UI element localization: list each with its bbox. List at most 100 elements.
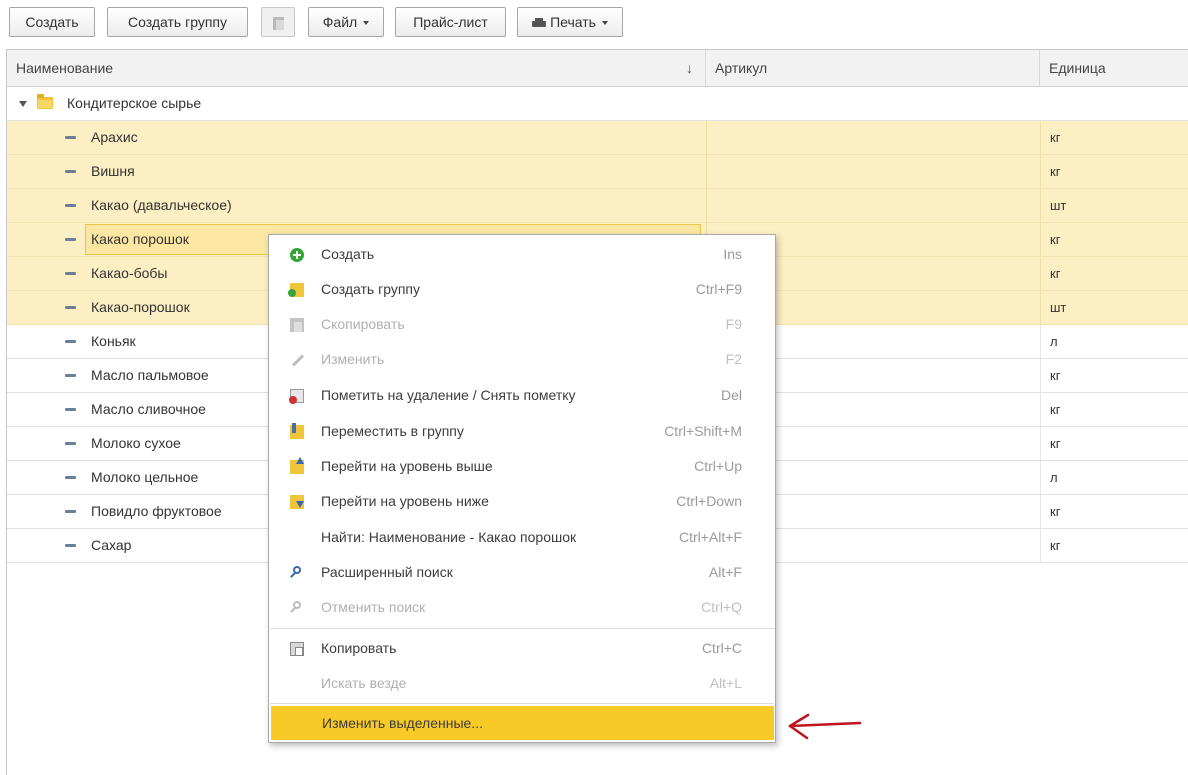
menu-item-shortcut: Ctrl+C — [701, 640, 742, 656]
menu-item-label: Найти: Наименование - Какао порошок — [321, 529, 577, 545]
price-list-button[interactable]: Прайс-лист — [395, 7, 506, 37]
menu-item-label: Перейти на уровень ниже — [321, 493, 489, 509]
item-name: Молоко цельное — [91, 469, 199, 485]
chevron-down-icon — [363, 21, 370, 26]
column-header-name-label: Наименование — [16, 60, 114, 76]
mark-delete-icon — [289, 389, 304, 404]
printer-icon — [532, 17, 547, 29]
item-icon — [65, 544, 76, 547]
menu-item-search-everywhere[interactable]: Искать везде Alt+L — [270, 666, 774, 701]
item-icon — [65, 170, 76, 173]
item-icon — [65, 340, 76, 343]
duplicate-icon — [290, 318, 304, 332]
item-name: Сахар — [91, 537, 132, 553]
item-icon — [65, 442, 76, 445]
unit-cell: кг — [1040, 529, 1188, 562]
move-to-folder-icon — [290, 423, 304, 439]
menu-separator — [270, 703, 774, 704]
article-cell — [706, 155, 1040, 188]
unit-cell: кг — [1040, 427, 1188, 460]
item-name: Какао (давальческое) — [91, 197, 232, 213]
menu-item-label: Искать везде — [321, 675, 407, 691]
menu-item-label: Изменить выделенные... — [322, 715, 483, 731]
chevron-down-icon — [601, 21, 608, 26]
menu-item-label: Копировать — [321, 640, 397, 656]
menu-item-shortcut: Ctrl+Q — [701, 599, 742, 615]
copy-icon — [272, 16, 284, 30]
print-menu-button[interactable]: Печать — [517, 7, 623, 37]
unit-cell: шт — [1040, 291, 1188, 324]
unit-cell: кг — [1040, 257, 1188, 290]
toolbar: Создать Создать группу Файл Прайс-лист П… — [0, 0, 1188, 46]
menu-item-shortcut: Ctrl+Alt+F — [678, 529, 742, 545]
menu-item-copy[interactable]: Копировать Ctrl+C — [270, 631, 774, 666]
item-name: Масло пальмовое — [91, 367, 209, 383]
name-cell: Вишня — [7, 155, 706, 188]
menu-item-find[interactable]: Найти: Наименование - Какао порошок Ctrl… — [270, 520, 774, 555]
group-row[interactable]: Кондитерское сырье — [7, 87, 1188, 121]
column-header-unit[interactable]: Единица — [1040, 50, 1188, 86]
menu-item-duplicate[interactable]: Скопировать F9 — [270, 307, 774, 342]
table-row[interactable]: Арахис кг — [7, 121, 1188, 155]
copy-button[interactable] — [261, 7, 295, 37]
file-menu-button[interactable]: Файл — [308, 7, 384, 37]
item-icon — [65, 136, 76, 139]
clipboard-copy-icon — [290, 642, 304, 656]
item-icon — [65, 306, 76, 309]
menu-item-create[interactable]: Создать Ins — [270, 237, 774, 272]
name-cell: Арахис — [7, 121, 706, 154]
create-button[interactable]: Создать — [9, 7, 95, 37]
menu-separator — [270, 628, 774, 629]
unit-cell: кг — [1040, 121, 1188, 154]
table-row[interactable]: Вишня кг — [7, 155, 1188, 189]
item-name: Масло сливочное — [91, 401, 206, 417]
unit-cell: л — [1040, 325, 1188, 358]
item-icon — [65, 272, 76, 275]
menu-item-level-down[interactable]: Перейти на уровень ниже Ctrl+Down — [270, 484, 774, 519]
item-name: Какао порошок — [91, 231, 189, 247]
menu-item-shortcut: Ctrl+Shift+M — [664, 423, 742, 439]
folder-icon — [37, 94, 53, 109]
unit-cell: кг — [1040, 223, 1188, 256]
item-name: Коньяк — [91, 333, 136, 349]
folder-add-icon — [288, 283, 304, 297]
article-cell — [706, 121, 1040, 154]
item-name: Молоко сухое — [91, 435, 181, 451]
menu-item-cancel-search[interactable]: Отменить поиск Ctrl+Q — [270, 590, 774, 625]
context-menu: Создать Ins Создать группу Ctrl+F9 Скопи… — [268, 234, 776, 743]
menu-item-shortcut: F9 — [725, 316, 742, 332]
menu-item-level-up[interactable]: Перейти на уровень выше Ctrl+Up — [270, 449, 774, 484]
group-name: Кондитерское сырье — [67, 95, 202, 111]
menu-item-edit[interactable]: Изменить F2 — [270, 342, 774, 377]
item-name: Какао-порошок — [91, 299, 190, 315]
menu-item-edit-selected[interactable]: Изменить выделенные... — [271, 706, 774, 740]
unit-cell: шт — [1040, 189, 1188, 222]
item-name: Вишня — [91, 163, 135, 179]
menu-item-shortcut: Alt+F — [708, 564, 742, 580]
article-cell — [706, 189, 1040, 222]
column-header-name[interactable]: Наименование ↓ — [7, 50, 706, 86]
folder-up-icon — [290, 457, 304, 474]
menu-item-move-to-group[interactable]: Переместить в группу Ctrl+Shift+M — [270, 414, 774, 449]
menu-item-shortcut: Ctrl+Up — [694, 458, 742, 474]
item-icon — [65, 238, 76, 241]
menu-item-create-group[interactable]: Создать группу Ctrl+F9 — [270, 272, 774, 307]
column-header-article[interactable]: Артикул — [706, 50, 1040, 86]
menu-item-advanced-search[interactable]: Расширенный поиск Alt+F — [270, 555, 774, 590]
item-icon — [65, 204, 76, 207]
menu-item-shortcut: F2 — [725, 351, 742, 367]
table-row[interactable]: Какао (давальческое) шт — [7, 189, 1188, 223]
group-name-cell: Кондитерское сырье — [7, 87, 706, 120]
unit-cell: кг — [1040, 359, 1188, 392]
file-menu-label: Файл — [322, 14, 358, 30]
menu-item-label: Создать группу — [321, 281, 420, 297]
item-icon — [65, 408, 76, 411]
menu-item-mark-delete[interactable]: Пометить на удаление / Снять пометку Del — [270, 378, 774, 413]
menu-item-label: Скопировать — [321, 316, 405, 332]
unit-cell: кг — [1040, 393, 1188, 426]
menu-item-label: Переместить в группу — [321, 423, 464, 439]
menu-item-shortcut: Alt+L — [709, 675, 742, 691]
expand-triangle-icon[interactable] — [19, 101, 27, 107]
create-group-button[interactable]: Создать группу — [107, 7, 248, 37]
sort-arrow-icon: ↓ — [686, 60, 693, 76]
